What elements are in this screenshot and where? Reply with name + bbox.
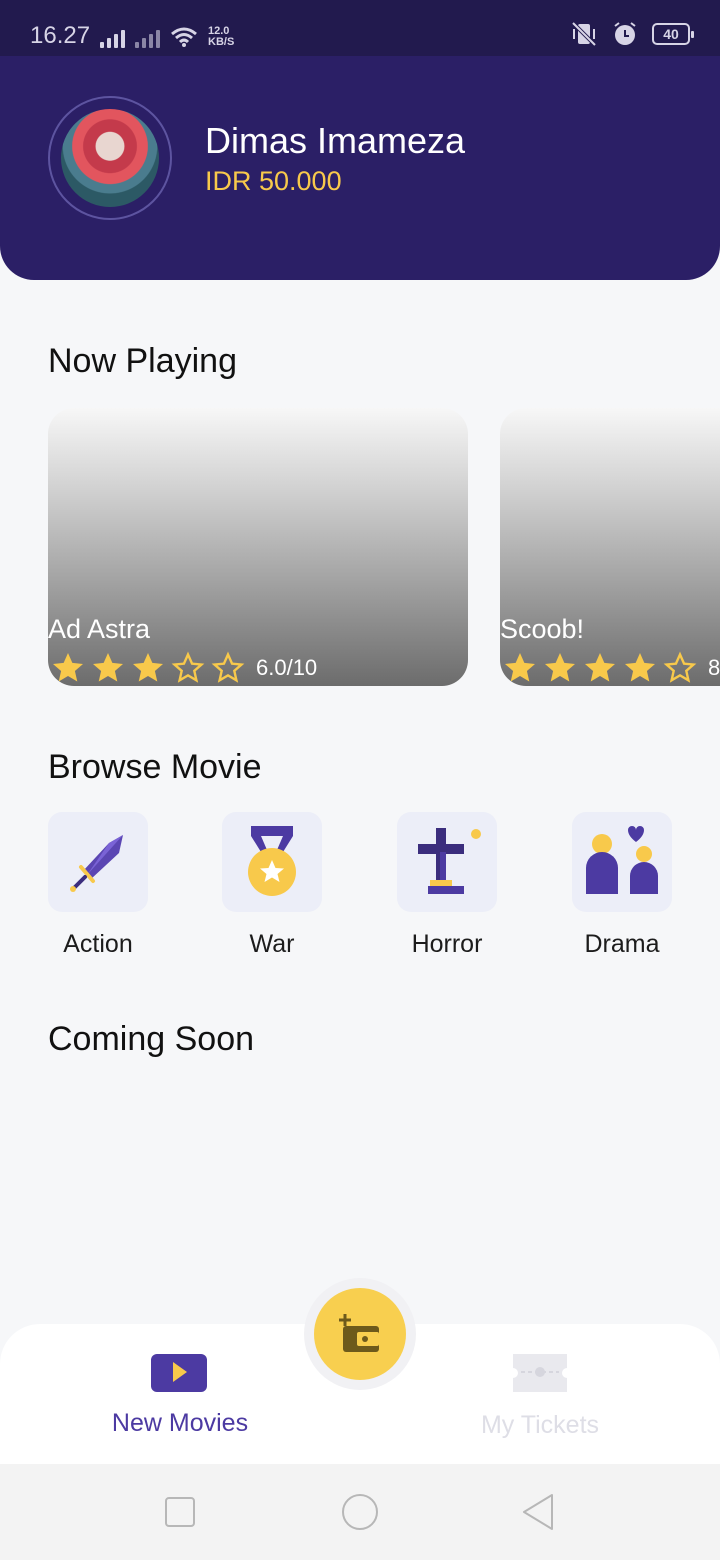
genre-label: War [249,930,295,958]
star-filled-icon [53,653,83,682]
now-playing-title: Now Playing [48,342,237,380]
genre-action[interactable]: Action [48,812,148,959]
profile-header: Dimas Imameza IDR 50.000 [0,56,720,280]
star-outline-icon [211,651,245,683]
star-outline-icon [663,651,697,683]
avatar[interactable] [48,96,172,220]
medal-icon [248,826,296,896]
status-right-icons: 40 [570,20,694,48]
sword-icon [70,835,123,892]
cell-signal-icon [100,26,125,48]
genre-drama[interactable]: Drama [572,812,672,959]
star-outline-icon [171,651,205,683]
star-filled-icon [93,653,123,682]
wallet-add-button[interactable] [314,1288,406,1380]
wifi-icon [171,27,197,47]
status-bar: 16.27 12.0 KB/S 40 [0,0,720,56]
network-speed: 12.0 KB/S [208,25,235,48]
nav-new-movies[interactable]: New Movies [80,1352,280,1438]
nav-my-tickets-label: My Tickets [480,1411,600,1439]
genre-war[interactable]: War [222,812,322,959]
back-triangle-icon[interactable] [520,1493,556,1531]
genre-action-tile[interactable] [48,812,148,912]
system-navigation-bar [0,1464,720,1560]
star-filled-icon [133,653,163,682]
nav-my-tickets[interactable]: My Tickets [440,1352,640,1440]
user-name: Dimas Imameza [205,120,466,161]
genre-label: Horror [411,930,483,958]
genre-horror[interactable]: Horror [397,812,497,959]
ticket-icon [513,1354,567,1392]
movie-rating: 8 [502,650,720,686]
movie-card-ad-astra[interactable]: Ad Astra 6.0/10 [48,408,468,686]
movie-card-scoob[interactable]: Scoob! 8 [500,408,720,686]
alarm-icon [614,22,636,45]
genre-drama-tile[interactable] [572,812,672,912]
genre-label: Drama [584,930,660,958]
cell-signal-2-icon [135,26,160,48]
coming-soon-title: Coming Soon [48,1020,255,1058]
browse-movie-title: Browse Movie [48,748,262,786]
movie-title: Scoob! [500,614,585,644]
recents-square-icon[interactable] [164,1496,196,1528]
rating-value: 8 [708,655,720,680]
grave-cross-icon [418,828,481,894]
genre-label: Action [63,930,133,958]
vibrate-mute-icon [571,21,597,47]
movie-title: Ad Astra [48,614,151,644]
rating-value: 6.0/10 [256,655,318,680]
star-filled-icon [505,653,535,682]
genre-war-tile[interactable] [222,812,322,912]
couple-heart-icon [586,826,658,894]
nav-new-movies-label: New Movies [111,1409,249,1437]
status-time: 16.27 [30,22,91,49]
play-icon [151,1354,207,1392]
avatar-photo [61,109,159,207]
wallet-add-icon [339,1314,379,1352]
battery-indicator: 40 [652,23,694,45]
star-filled-icon [545,653,575,682]
star-filled-icon [585,653,615,682]
genre-horror-tile[interactable] [397,812,497,912]
user-balance: IDR 50.000 [205,166,342,196]
connectivity-indicators: 12.0 KB/S [100,22,234,48]
home-circle-icon[interactable] [340,1492,380,1532]
movie-rating: 6.0/10 [50,650,317,686]
star-filled-icon [625,653,655,682]
